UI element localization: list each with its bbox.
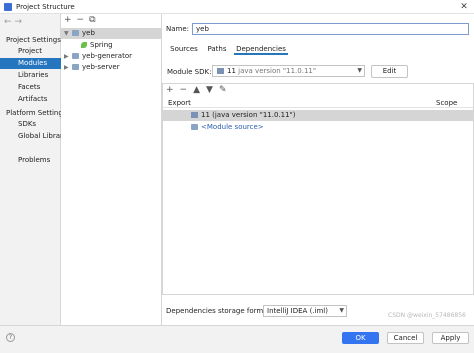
module-name-input[interactable]: yeb [192,23,469,35]
ok-button[interactable]: OK [342,332,379,344]
sidebar-item-global-libraries[interactable]: Global Librari [0,131,61,142]
sidebar-item-problems[interactable]: Problems [0,155,61,166]
storage-format-label: Dependencies storage format: [166,307,273,315]
sidebar-item-sdks[interactable]: SDKs [0,119,61,130]
tab-dependencies[interactable]: Dependencies [234,44,288,55]
module-sdk-label: Module SDK: [167,68,212,76]
export-column-header: Export [168,99,191,107]
module-folder-icon [72,30,79,36]
sidebar-item-project[interactable]: Project [0,46,61,57]
dependencies-toolbar: +−▲▼✎ [166,85,232,95]
back-arrow-icon[interactable]: ← [4,17,15,27]
name-label: Name: [166,25,190,33]
collapse-arrow-icon[interactable]: ▶ [64,62,72,73]
module-sdk-select[interactable]: 11 java version "11.0.11" ▼ [212,65,365,77]
module-folder-icon [72,64,79,70]
title-bar: Project Structure ✕ [0,0,474,14]
copy-icon[interactable]: ⧉ [89,15,100,25]
help-icon[interactable]: ? [6,333,15,342]
folder-icon [191,124,198,130]
edit-sdk-button[interactable]: Edit [371,65,408,78]
nav-arrows: ←→ [4,17,25,27]
module-folder-icon [72,53,79,59]
add-icon[interactable]: + [166,85,180,95]
watermark: CSDN @weixin_57486856 [388,312,466,319]
storage-format-select[interactable]: IntelliJ IDEA (.iml) ▼ [263,305,347,317]
remove-icon[interactable]: − [180,85,194,95]
close-window-button[interactable]: ✕ [456,0,472,14]
move-up-icon[interactable]: ▲ [193,85,206,95]
dependency-row-jdk[interactable]: 11 (java version "11.0.11") [163,110,473,121]
sidebar-item-libraries[interactable]: Libraries [0,70,61,81]
tab-sources[interactable]: Sources [168,44,200,55]
collapse-arrow-icon[interactable]: ▶ [64,51,72,62]
dependency-row-module-source[interactable]: <Module source> [163,122,473,133]
tree-item-yeb-generator[interactable]: ▶ yeb-generator [61,51,162,62]
chevron-down-icon: ▼ [357,67,362,74]
spring-leaf-icon [81,42,87,48]
sidebar-item-artifacts[interactable]: Artifacts [0,94,61,105]
app-icon [4,3,12,11]
platform-settings-header: Platform Settings [6,109,61,117]
project-settings-header: Project Settings [6,36,61,44]
tree-item-yeb-server[interactable]: ▶ yeb-server [61,62,162,73]
sdk-folder-icon [217,68,224,74]
sidebar-item-facets[interactable]: Facets [0,82,61,93]
chevron-down-icon: ▼ [339,307,344,314]
dependencies-header: Export Scope [163,97,473,108]
remove-icon[interactable]: − [77,15,90,25]
tab-paths[interactable]: Paths [204,44,230,55]
forward-arrow-icon[interactable]: → [15,17,26,27]
scope-column-header: Scope [436,99,458,107]
tree-item-yeb[interactable]: ▼ yeb [61,28,162,39]
move-down-icon[interactable]: ▼ [206,85,219,95]
cancel-button[interactable]: Cancel [387,332,424,344]
sidebar-item-modules[interactable]: Modules [0,58,61,69]
sdk-folder-icon [191,112,198,118]
apply-button[interactable]: Apply [432,332,469,344]
edit-icon[interactable]: ✎ [219,85,233,95]
tree-item-spring[interactable]: Spring [61,40,162,51]
window-title: Project Structure [16,3,75,11]
add-icon[interactable]: + [64,15,77,25]
tree-toolbar: +−⧉ [64,15,101,25]
expand-arrow-icon[interactable]: ▼ [64,28,72,39]
